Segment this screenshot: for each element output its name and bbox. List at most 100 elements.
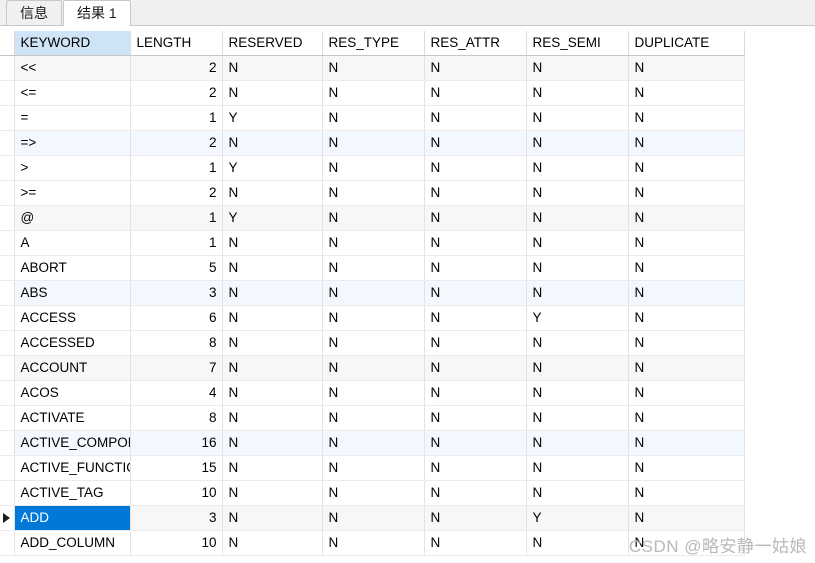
- cell-res-type[interactable]: N: [322, 430, 425, 456]
- cell-keyword[interactable]: ADD_COLUMN: [14, 530, 131, 556]
- table-row[interactable]: ACCOUNT 7 N N N N N: [0, 355, 745, 381]
- table-row[interactable]: <= 2 N N N N N: [0, 80, 745, 106]
- cell-keyword[interactable]: ABORT: [14, 255, 131, 281]
- row-gutter-cell[interactable]: [0, 405, 15, 431]
- cell-duplicate[interactable]: N: [628, 530, 745, 556]
- cell-res-semi[interactable]: N: [526, 480, 629, 506]
- cell-duplicate[interactable]: N: [628, 155, 745, 181]
- cell-keyword[interactable]: @: [14, 205, 131, 231]
- cell-length[interactable]: 16: [130, 430, 223, 456]
- cell-res-attr[interactable]: N: [424, 330, 527, 356]
- table-row[interactable]: ACOS 4 N N N N N: [0, 380, 745, 406]
- cell-res-semi[interactable]: N: [526, 205, 629, 231]
- column-header-keyword[interactable]: KEYWORD: [14, 31, 131, 56]
- cell-keyword[interactable]: ADD: [14, 505, 131, 531]
- cell-keyword[interactable]: ACCESSED: [14, 330, 131, 356]
- row-gutter-cell[interactable]: [0, 205, 15, 231]
- column-header-length[interactable]: LENGTH: [130, 31, 223, 56]
- cell-reserved[interactable]: N: [222, 405, 323, 431]
- cell-reserved[interactable]: Y: [222, 205, 323, 231]
- cell-res-attr[interactable]: N: [424, 155, 527, 181]
- cell-keyword[interactable]: ABS: [14, 280, 131, 306]
- cell-keyword[interactable]: >: [14, 155, 131, 181]
- cell-length[interactable]: 10: [130, 480, 223, 506]
- cell-res-semi[interactable]: Y: [526, 505, 629, 531]
- cell-res-type[interactable]: N: [322, 405, 425, 431]
- cell-duplicate[interactable]: N: [628, 105, 745, 131]
- table-row[interactable]: >1 Y N N N N: [0, 155, 745, 181]
- cell-duplicate[interactable]: N: [628, 230, 745, 256]
- cell-reserved[interactable]: N: [222, 180, 323, 206]
- cell-res-semi[interactable]: N: [526, 380, 629, 406]
- cell-res-type[interactable]: N: [322, 380, 425, 406]
- cell-res-attr[interactable]: N: [424, 205, 527, 231]
- cell-length[interactable]: 7: [130, 355, 223, 381]
- cell-res-attr[interactable]: N: [424, 430, 527, 456]
- cell-reserved[interactable]: N: [222, 305, 323, 331]
- cell-res-semi[interactable]: N: [526, 530, 629, 556]
- cell-keyword[interactable]: ACCOUNT: [14, 355, 131, 381]
- cell-res-semi[interactable]: N: [526, 180, 629, 206]
- cell-res-semi[interactable]: N: [526, 430, 629, 456]
- cell-length[interactable]: 2: [130, 80, 223, 106]
- table-row[interactable]: A1NNNNN: [0, 230, 745, 256]
- cell-length[interactable]: 1: [130, 230, 223, 256]
- cell-res-attr[interactable]: N: [424, 130, 527, 156]
- cell-res-semi[interactable]: N: [526, 405, 629, 431]
- cell-res-type[interactable]: N: [322, 80, 425, 106]
- column-header-res-semi[interactable]: RES_SEMI: [526, 31, 629, 56]
- cell-res-attr[interactable]: N: [424, 380, 527, 406]
- table-row[interactable]: << 2 N N N N N: [0, 55, 745, 81]
- cell-res-semi[interactable]: N: [526, 355, 629, 381]
- cell-res-attr[interactable]: N: [424, 355, 527, 381]
- cell-res-type[interactable]: N: [322, 255, 425, 281]
- cell-res-attr[interactable]: N: [424, 55, 527, 81]
- cell-keyword[interactable]: <<: [14, 55, 131, 81]
- cell-reserved[interactable]: N: [222, 480, 323, 506]
- cell-keyword[interactable]: ACOS: [14, 380, 131, 406]
- cell-res-type[interactable]: N: [322, 530, 425, 556]
- cell-duplicate[interactable]: N: [628, 455, 745, 481]
- cell-res-attr[interactable]: N: [424, 180, 527, 206]
- cell-res-semi[interactable]: N: [526, 130, 629, 156]
- cell-length[interactable]: 10: [130, 530, 223, 556]
- cell-duplicate[interactable]: N: [628, 180, 745, 206]
- column-header-reserved[interactable]: RESERVED: [222, 31, 323, 56]
- table-row[interactable]: ACTIVATE 8 N N N N N: [0, 405, 745, 431]
- cell-reserved[interactable]: N: [222, 55, 323, 81]
- cell-duplicate[interactable]: N: [628, 55, 745, 81]
- row-gutter-cell[interactable]: [0, 255, 15, 281]
- cell-length[interactable]: 1: [130, 105, 223, 131]
- table-row[interactable]: ACCESSED 8 N N N N N: [0, 330, 745, 356]
- cell-res-semi[interactable]: N: [526, 155, 629, 181]
- table-row[interactable]: => 2 N N N N N: [0, 130, 745, 156]
- table-row[interactable]: ADD_COLUMN 10 N N N N N: [0, 530, 745, 556]
- cell-length[interactable]: 6: [130, 305, 223, 331]
- cell-res-type[interactable]: N: [322, 55, 425, 81]
- cell-length[interactable]: 2: [130, 180, 223, 206]
- cell-keyword[interactable]: A: [14, 230, 131, 256]
- cell-res-type[interactable]: N: [322, 305, 425, 331]
- table-row[interactable]: = 1 Y N N N N: [0, 105, 745, 131]
- row-gutter-cell[interactable]: [0, 105, 15, 131]
- table-row[interactable]: @1 Y N N N N: [0, 205, 745, 231]
- cell-res-type[interactable]: N: [322, 105, 425, 131]
- cell-res-semi[interactable]: N: [526, 55, 629, 81]
- cell-keyword[interactable]: ACTIVE_FUNCTION: [14, 455, 131, 481]
- cell-reserved[interactable]: N: [222, 380, 323, 406]
- cell-res-attr[interactable]: N: [424, 305, 527, 331]
- cell-duplicate[interactable]: N: [628, 430, 745, 456]
- cell-reserved[interactable]: N: [222, 505, 323, 531]
- cell-res-attr[interactable]: N: [424, 105, 527, 131]
- cell-length[interactable]: 2: [130, 130, 223, 156]
- cell-keyword[interactable]: ACTIVATE: [14, 405, 131, 431]
- cell-res-type[interactable]: N: [322, 355, 425, 381]
- cell-length[interactable]: 8: [130, 330, 223, 356]
- table-row[interactable]: >= 2 N N N N N: [0, 180, 745, 206]
- cell-res-semi[interactable]: N: [526, 80, 629, 106]
- row-gutter-cell[interactable]: [0, 180, 15, 206]
- cell-reserved[interactable]: N: [222, 330, 323, 356]
- cell-res-type[interactable]: N: [322, 180, 425, 206]
- cell-reserved[interactable]: N: [222, 455, 323, 481]
- cell-res-attr[interactable]: N: [424, 480, 527, 506]
